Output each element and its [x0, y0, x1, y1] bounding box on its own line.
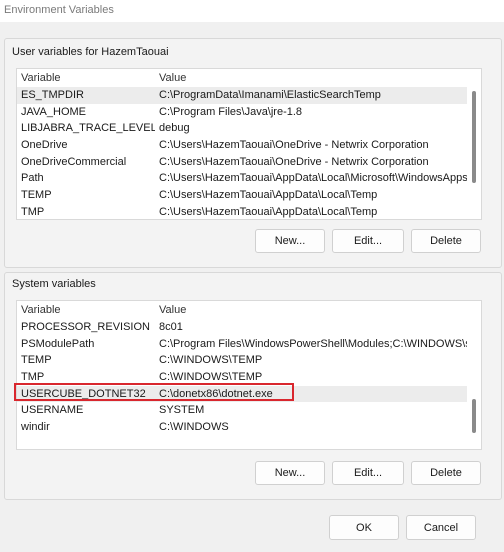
- variable-value-cell: C:\Users\HazemTaouai\AppData\Local\Temp: [159, 205, 378, 218]
- variable-name-cell: TMP: [21, 205, 45, 218]
- table-row[interactable]: JAVA_HOME C:\Program Files\Java\jre-1.8: [17, 104, 467, 121]
- table-row[interactable]: OneDriveCommercial C:\Users\HazemTaouai\O…: [17, 154, 467, 171]
- user-edit-button[interactable]: Edit...: [332, 229, 404, 253]
- variable-name-cell: OneDrive: [21, 139, 68, 152]
- table-row[interactable]: Path C:\Users\HazemTaouai\AppData\Local\M…: [17, 170, 467, 187]
- table-row[interactable]: PSModulePath C:\Program Files\WindowsPowe…: [17, 336, 467, 353]
- variable-value-cell: C:\Program Files\WindowsPowerShell\Modul…: [159, 337, 467, 350]
- system-edit-button[interactable]: Edit...: [332, 461, 404, 485]
- variable-value-cell: C:\WINDOWS\TEMP: [159, 371, 263, 384]
- system-new-button[interactable]: New...: [255, 461, 325, 485]
- table-row[interactable]: TMP C:\WINDOWS\TEMP: [17, 369, 467, 386]
- user-list-header: Variable Value: [17, 69, 467, 87]
- variable-value-cell: C:\Users\HazemTaouai\OneDrive - Netwrix …: [159, 139, 429, 152]
- variable-value-cell: C:\Users\HazemTaouai\AppData\Local\Micro…: [159, 172, 467, 185]
- table-row[interactable]: TEMP C:\Users\HazemTaouai\AppData\Local\T…: [17, 187, 467, 204]
- table-row[interactable]: windir C:\WINDOWS: [17, 419, 467, 436]
- variable-name-cell: windir: [21, 421, 50, 434]
- system-scroll-thumb[interactable]: [472, 399, 476, 433]
- variable-value-cell: debug: [159, 122, 190, 135]
- cancel-button[interactable]: Cancel: [406, 515, 476, 540]
- table-row[interactable]: OneDrive C:\Users\HazemTaouai\OneDrive - …: [17, 137, 467, 154]
- environment-variables-dialog: Environment Variables User variables for…: [0, 0, 504, 552]
- user-list-body: ES_TMPDIR C:\ProgramData\Imanami\ElasticS…: [17, 87, 467, 219]
- table-row[interactable]: PROCESSOR_REVISION 8c01: [17, 319, 467, 336]
- variable-name-cell: USERCUBE_DOTNET32: [21, 387, 146, 400]
- window-title: Environment Variables: [4, 4, 114, 16]
- user-delete-button[interactable]: Delete: [411, 229, 481, 253]
- variable-value-cell: C:\Users\HazemTaouai\AppData\Local\Temp: [159, 189, 378, 202]
- title-bar: Environment Variables: [0, 0, 504, 22]
- table-row[interactable]: USERNAME SYSTEM: [17, 402, 467, 419]
- system-list-body: PROCESSOR_REVISION 8c01 PSModulePath C:\Pro…: [17, 319, 467, 436]
- system-list-scrollbar[interactable]: [467, 301, 481, 449]
- variable-value-cell: SYSTEM: [159, 404, 205, 417]
- table-row[interactable]: ES_TMPDIR C:\ProgramData\Imanami\ElasticS…: [17, 87, 467, 104]
- system-variables-list[interactable]: Variable Value PROCESSOR_REVISION 8c01 PSM…: [16, 300, 482, 450]
- variable-value-cell: C:\Program Files\Java\jre-1.8: [159, 105, 303, 118]
- variable-name-cell: LIBJABRA_TRACE_LEVEL: [21, 122, 155, 135]
- system-variables-label: System variables: [12, 278, 96, 290]
- variable-value-cell: 8c01: [159, 321, 183, 333]
- column-header-value[interactable]: Value: [159, 72, 186, 84]
- variable-name-cell: OneDriveCommercial: [21, 155, 127, 168]
- table-row[interactable]: LIBJABRA_TRACE_LEVEL debug: [17, 120, 467, 137]
- variable-name-cell: PSModulePath: [21, 337, 95, 350]
- variable-value-cell: C:\WINDOWS\TEMP: [159, 354, 263, 367]
- user-scroll-thumb[interactable]: [472, 91, 476, 183]
- user-variables-label: User variables for HazemTaouai: [12, 46, 169, 58]
- variable-name-cell: JAVA_HOME: [21, 105, 86, 118]
- variable-value-cell: C:\WINDOWS: [159, 421, 229, 434]
- variable-name-cell: TEMP: [21, 354, 52, 367]
- system-delete-button[interactable]: Delete: [411, 461, 481, 485]
- table-row[interactable]: USERCUBE_DOTNET32 C:\donetx86\dotnet.exe: [17, 385, 467, 403]
- column-header-variable[interactable]: Variable: [21, 304, 61, 316]
- user-list-scrollbar[interactable]: [467, 69, 481, 219]
- variable-name-cell: Path: [21, 172, 44, 185]
- variable-value-cell: C:\donetx86\dotnet.exe: [159, 387, 273, 400]
- table-row[interactable]: TEMP C:\WINDOWS\TEMP: [17, 352, 467, 369]
- variable-name-cell: ES_TMPDIR: [21, 89, 84, 101]
- variable-value-cell: C:\Users\HazemTaouai\OneDrive - Netwrix …: [159, 155, 429, 168]
- variable-name-cell: TEMP: [21, 189, 52, 202]
- variable-name-cell: USERNAME: [21, 404, 84, 417]
- column-header-value[interactable]: Value: [159, 304, 186, 316]
- user-new-button[interactable]: New...: [255, 229, 325, 253]
- column-header-variable[interactable]: Variable: [21, 72, 61, 84]
- variable-name-cell: TMP: [21, 371, 45, 384]
- system-list-header: Variable Value: [17, 301, 467, 319]
- user-variables-list[interactable]: Variable Value ES_TMPDIR C:\ProgramData\I…: [16, 68, 482, 220]
- variable-value-cell: C:\ProgramData\Imanami\ElasticSearchTemp: [159, 89, 381, 101]
- variable-name-cell: PROCESSOR_REVISION: [21, 321, 150, 333]
- ok-button[interactable]: OK: [329, 515, 399, 540]
- table-row[interactable]: TMP C:\Users\HazemTaouai\AppData\Local\Te…: [17, 204, 467, 219]
